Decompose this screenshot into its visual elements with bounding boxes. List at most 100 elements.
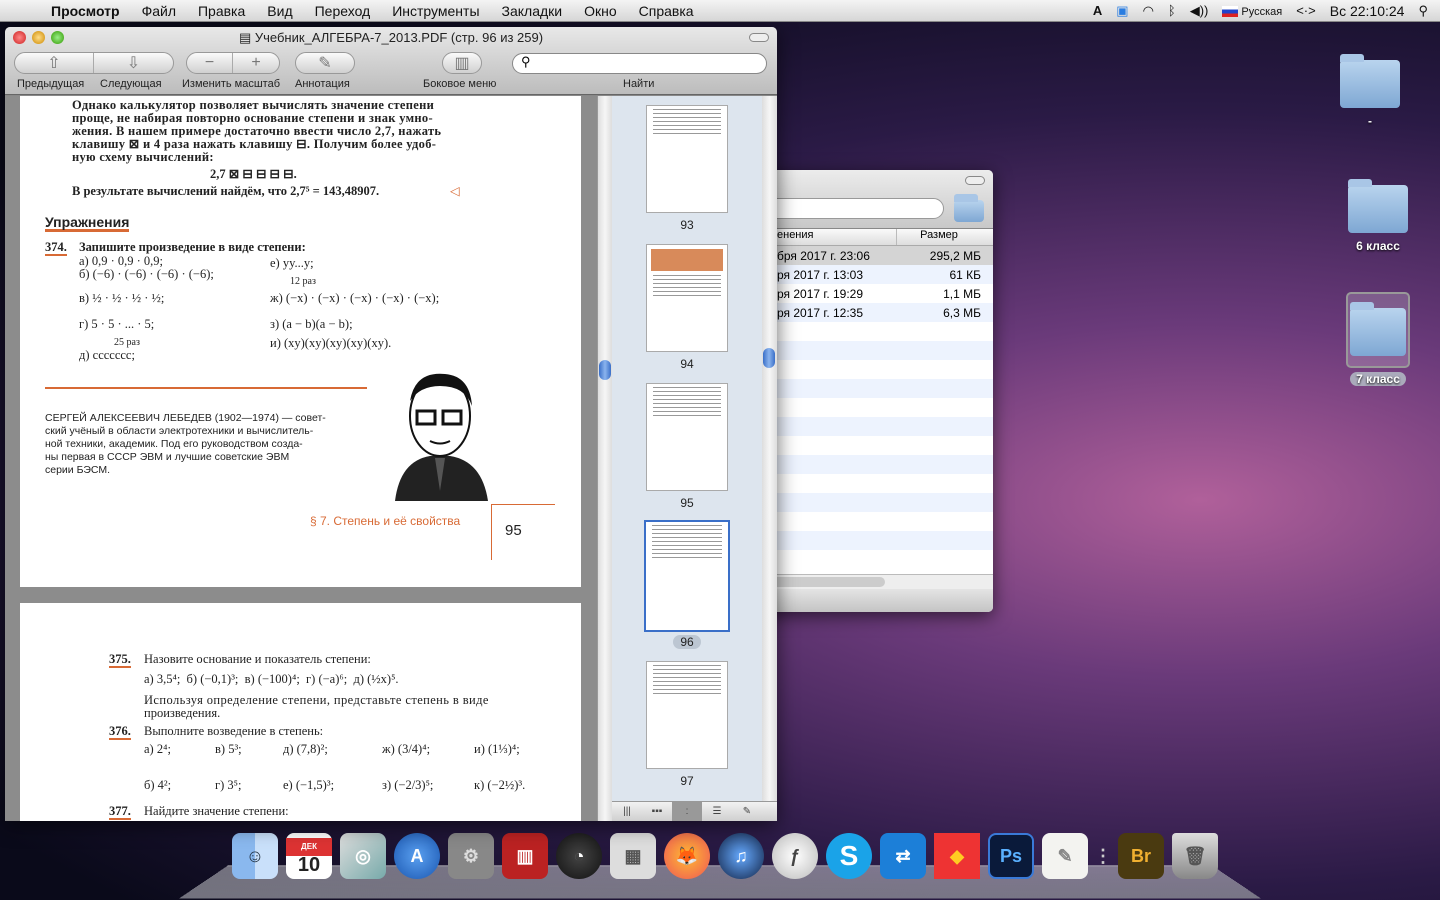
annotate-button[interactable]: ✎ bbox=[296, 53, 354, 73]
bio-line: ский учёный в области электротехники и в… bbox=[45, 425, 314, 437]
desktop-folder-6[interactable]: 6 класс bbox=[1346, 179, 1410, 253]
exercise-item: б) (−6) · (−6) · (−6) · (−6); bbox=[79, 267, 214, 281]
column-size[interactable]: Размер bbox=[897, 229, 993, 245]
adobe-icon[interactable]: A bbox=[1093, 3, 1102, 18]
annotation-pen-icon[interactable]: ✎ bbox=[732, 802, 762, 821]
pdf-document-icon: ▤ bbox=[238, 30, 255, 45]
sync-icon[interactable]: <·> bbox=[1296, 3, 1316, 18]
wifi-icon[interactable]: ◠ bbox=[1143, 3, 1154, 19]
geogebra-dock-icon[interactable]: ◆ bbox=[934, 833, 980, 879]
app-store-dock-icon[interactable]: A bbox=[394, 833, 440, 879]
desktop-folder-7[interactable]: 7 класс bbox=[1346, 292, 1410, 386]
thumbnail-label: 93 bbox=[680, 218, 694, 232]
zoom-out-button[interactable]: − bbox=[187, 53, 234, 73]
exercise-item: и) (xy)(xy)(xy)(xy)(xy). bbox=[270, 336, 392, 350]
sidebar-scrollbar[interactable] bbox=[762, 96, 777, 801]
thumbnail-97[interactable] bbox=[646, 661, 728, 769]
document-view[interactable]: Однако калькулятор позволяет вычислять з… bbox=[5, 96, 597, 821]
calculator-dock-icon[interactable]: ▦ bbox=[610, 833, 656, 879]
script-editor-dock-icon[interactable]: ƒ bbox=[772, 833, 818, 879]
exercise-text: Запишите произведение в виде степени: bbox=[79, 240, 306, 254]
scroll-thumb[interactable] bbox=[599, 360, 611, 380]
thumbnail-94[interactable] bbox=[646, 244, 728, 352]
bio-line: ны первая в СССР ЭВМ и лучшие советские … bbox=[45, 451, 290, 463]
teamviewer-icon[interactable]: ▣ bbox=[1116, 3, 1128, 19]
text-line: ную схему вычислений: bbox=[72, 150, 214, 164]
menu-help[interactable]: Справка bbox=[628, 3, 705, 19]
exercise-item: в) ½ · ½ · ½ · ½; bbox=[79, 291, 165, 305]
finder-statusbar bbox=[740, 589, 993, 612]
calendar-dock-icon[interactable]: ДЕК 10 bbox=[286, 833, 332, 879]
sidebar-label: Боковое меню bbox=[423, 78, 497, 90]
sidebar-scroll-thumb[interactable] bbox=[763, 348, 775, 368]
exercise-item: и) (1⅓)⁴; bbox=[474, 742, 520, 756]
zoom-in-button[interactable]: + bbox=[233, 53, 279, 73]
finder-row[interactable]: ря 2017 г. 13:03 61 КБ bbox=[740, 265, 993, 284]
system-preferences-dock-icon[interactable]: ⚙ bbox=[448, 833, 494, 879]
bridge-dock-icon[interactable]: Br bbox=[1118, 833, 1164, 879]
preview-dock-icon[interactable]: ◎ bbox=[340, 833, 386, 879]
finder-row[interactable]: ря 2017 г. 12:35 6,3 МБ bbox=[740, 303, 993, 322]
annotate-label: Аннотация bbox=[295, 78, 350, 90]
columns-view-icon[interactable]: ||| bbox=[612, 802, 642, 821]
spotlight-icon[interactable]: ⚲ bbox=[1418, 3, 1428, 19]
window-title: ▤ Учебник_АЛГЕБРА-7_2013.PDF (стр. 96 из… bbox=[5, 30, 777, 46]
finder-list: бря 2017 г. 23:06 295,2 МБ ря 2017 г. 13:… bbox=[740, 246, 993, 564]
thumbnail-95[interactable] bbox=[646, 383, 728, 491]
next-page-button[interactable]: ⇩ bbox=[94, 53, 173, 73]
sidebar-button[interactable]: ▥ bbox=[443, 53, 481, 73]
thumbnail-93[interactable] bbox=[646, 105, 728, 213]
dashboard-dock-icon[interactable]: ◔ bbox=[556, 833, 602, 879]
menu-file[interactable]: Файл bbox=[131, 3, 187, 19]
thumbnails-view-icon[interactable]: : bbox=[672, 802, 702, 821]
contact-sheet-icon[interactable]: ▪▪▪ bbox=[642, 802, 672, 821]
menu-tools[interactable]: Инструменты bbox=[381, 3, 490, 19]
itunes-dock-icon[interactable]: ♫ bbox=[718, 833, 764, 879]
finder-row[interactable]: бря 2017 г. 23:06 295,2 МБ bbox=[740, 246, 993, 265]
photoshop-dock-icon[interactable]: Ps bbox=[988, 833, 1034, 879]
textedit-dock-icon[interactable]: ✎ bbox=[1042, 833, 1088, 879]
search-input[interactable]: ⚲ bbox=[512, 53, 767, 74]
trash-dock-icon[interactable]: 🗑 bbox=[1172, 833, 1218, 879]
pdf-page-96: 375. Назовите основание и показатель сте… bbox=[20, 603, 581, 821]
portrait-illustration bbox=[395, 373, 488, 501]
thumbnail-sidebar: 93 94 95 96 97 bbox=[612, 96, 762, 801]
menu-bar: Просмотр Файл Правка Вид Переход Инструм… bbox=[0, 0, 1440, 22]
input-source-menu[interactable]: Русская bbox=[1222, 3, 1282, 18]
folder-path-icon[interactable] bbox=[954, 194, 984, 222]
exercise-number: 377. bbox=[109, 804, 131, 820]
finder-horizontal-scrollbar[interactable] bbox=[740, 574, 993, 589]
finder-dock-icon[interactable]: ☺ bbox=[232, 833, 278, 879]
toolbar-toggle-button[interactable] bbox=[749, 33, 769, 42]
folder-label: 6 класс bbox=[1356, 239, 1400, 253]
menu-view[interactable]: Вид bbox=[256, 3, 303, 19]
teamviewer-dock-icon[interactable]: ⇄ bbox=[880, 833, 926, 879]
exercises-heading: Упражнения bbox=[45, 214, 130, 232]
bluetooth-icon[interactable]: ᛒ bbox=[1168, 3, 1176, 18]
menu-app[interactable]: Просмотр bbox=[40, 3, 131, 19]
menu-window[interactable]: Окно bbox=[573, 3, 628, 19]
thumbnail-96[interactable] bbox=[644, 520, 730, 632]
exercise-item: з) (−2/3)⁵; bbox=[382, 778, 434, 792]
document-scrollbar[interactable] bbox=[597, 96, 612, 821]
previous-page-button[interactable]: ⇧ bbox=[15, 53, 94, 73]
search-icon: ⚲ bbox=[521, 54, 531, 69]
desktop-folder-dash[interactable]: - bbox=[1338, 54, 1402, 128]
menu-bookmarks[interactable]: Закладки bbox=[491, 3, 574, 19]
photo-booth-dock-icon[interactable]: ▥ bbox=[502, 833, 548, 879]
finder-row[interactable]: ря 2017 г. 19:29 1,1 МБ bbox=[740, 284, 993, 303]
menu-go[interactable]: Переход bbox=[304, 3, 382, 19]
divider-line bbox=[45, 387, 367, 389]
bio-line: ной техники, академик. Под его руководст… bbox=[45, 438, 303, 450]
clock[interactable]: Вс 22:10:24 bbox=[1330, 3, 1405, 19]
menu-edit[interactable]: Правка bbox=[187, 3, 256, 19]
input-source-label: Русская bbox=[1241, 6, 1283, 18]
row-size: 295,2 МБ bbox=[929, 248, 981, 263]
thumbnail-label: 94 bbox=[680, 357, 694, 371]
toolbar-toggle-button[interactable] bbox=[965, 176, 985, 185]
firefox-dock-icon[interactable]: 🦊 bbox=[664, 833, 710, 879]
folder-label: - bbox=[1368, 114, 1372, 128]
list-view-icon[interactable]: ☰ bbox=[702, 802, 732, 821]
skype-dock-icon[interactable]: S bbox=[826, 833, 872, 879]
volume-icon[interactable]: ◀)) bbox=[1190, 3, 1209, 19]
